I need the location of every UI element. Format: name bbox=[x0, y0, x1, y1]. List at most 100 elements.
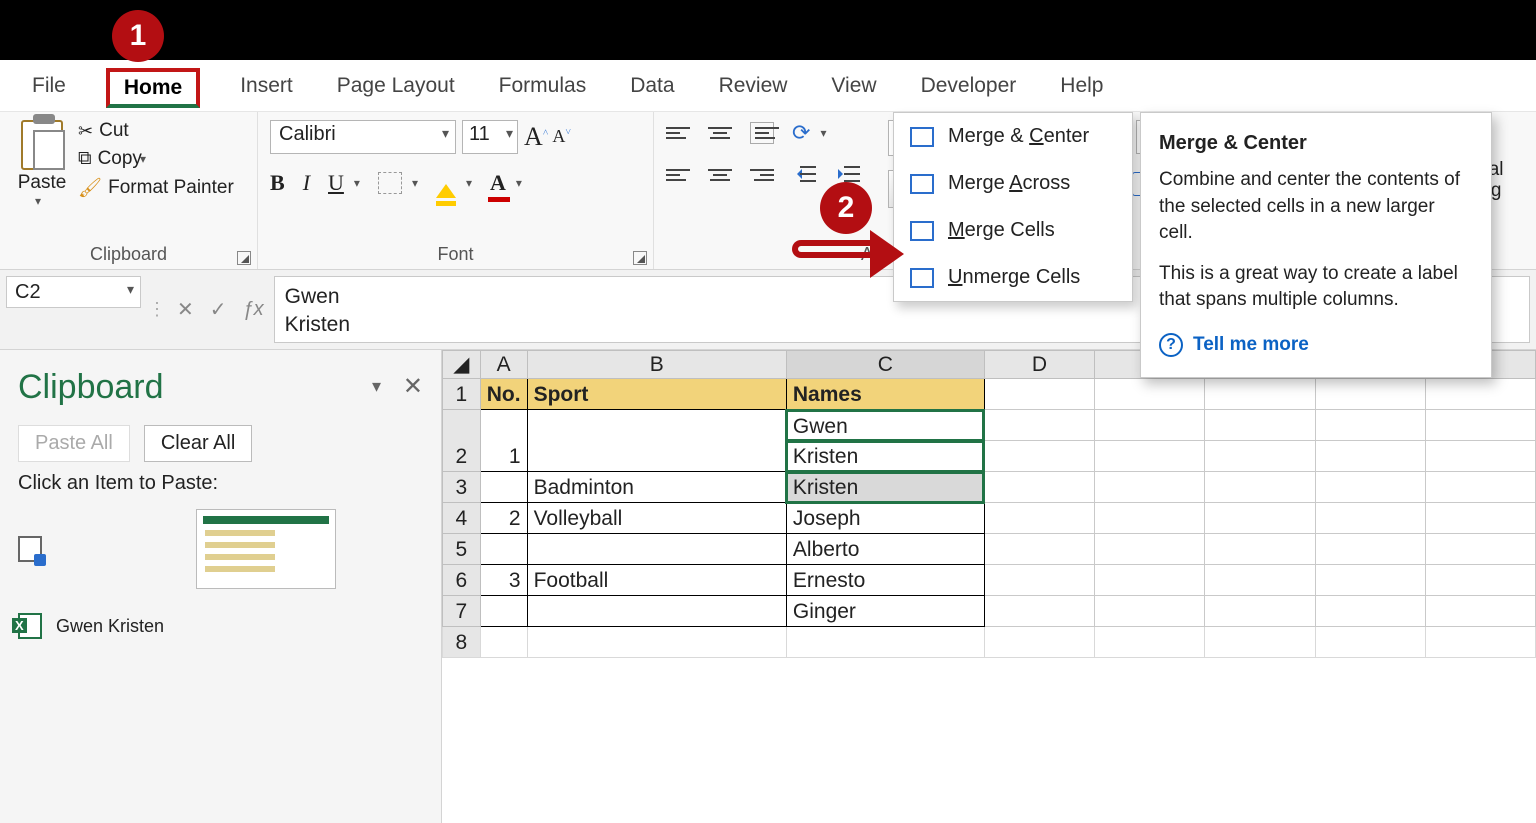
clip-thumbnail bbox=[196, 509, 336, 589]
align-left-icon[interactable] bbox=[666, 169, 690, 181]
clipboard-item-2[interactable]: Gwen Kristen bbox=[18, 613, 423, 639]
worksheet-grid[interactable]: ◢ A B C D 1 No. Sport Names 2 1 bbox=[442, 350, 1536, 823]
tab-data[interactable]: Data bbox=[626, 68, 678, 110]
paste-all-button[interactable]: Paste All bbox=[18, 425, 130, 462]
chevron-down-icon[interactable]: ▾ bbox=[35, 194, 41, 208]
merge-cells-option[interactable]: Merge Cells bbox=[894, 207, 1132, 254]
tab-home[interactable]: Home bbox=[106, 68, 200, 108]
chevron-down-icon[interactable]: ▾ bbox=[516, 176, 522, 190]
font-size-select[interactable]: 11 bbox=[462, 120, 518, 154]
column-header-B[interactable]: B bbox=[527, 351, 786, 379]
align-top-icon[interactable] bbox=[666, 127, 690, 139]
formula-bar-grip[interactable]: ⋮ bbox=[147, 270, 167, 349]
decrease-font-icon[interactable]: A˅ bbox=[552, 126, 571, 156]
cell-B7[interactable] bbox=[527, 596, 786, 627]
chevron-down-icon[interactable]: ▾ bbox=[820, 126, 826, 140]
font-color-button[interactable]: A bbox=[490, 170, 506, 196]
dialog-launcher-icon[interactable] bbox=[633, 251, 647, 265]
merge-center-option[interactable]: Merge & Center bbox=[894, 113, 1132, 160]
copy-button[interactable]: ⧉Copy▾ bbox=[78, 148, 234, 170]
column-header-C[interactable]: C bbox=[786, 351, 984, 379]
merge-across-option[interactable]: Merge Across bbox=[894, 160, 1132, 207]
cell-B1[interactable]: Sport bbox=[527, 379, 786, 410]
column-header-A[interactable]: A bbox=[480, 351, 527, 379]
copy-icon: ⧉ bbox=[78, 148, 92, 170]
merge-across-icon bbox=[910, 174, 934, 194]
align-bottom-icon[interactable] bbox=[750, 122, 774, 144]
chevron-down-icon[interactable]: ▾ bbox=[140, 152, 146, 166]
align-middle-icon[interactable] bbox=[708, 127, 732, 139]
chevron-down-icon[interactable]: ▾ bbox=[354, 176, 360, 190]
row-header-5[interactable]: 5 bbox=[443, 534, 481, 565]
cell-B5[interactable] bbox=[527, 534, 786, 565]
tab-page-layout[interactable]: Page Layout bbox=[333, 68, 459, 110]
row-header-4[interactable]: 4 bbox=[443, 503, 481, 534]
bold-button[interactable]: B bbox=[270, 170, 285, 196]
cell-C6[interactable]: Ernesto bbox=[786, 565, 984, 596]
enter-formula-icon[interactable]: ✓ bbox=[210, 297, 227, 322]
cell-A5[interactable] bbox=[480, 534, 527, 565]
paste-button[interactable]: Paste ▾ bbox=[12, 120, 72, 208]
cell-C4[interactable]: Joseph bbox=[786, 503, 984, 534]
tab-insert[interactable]: Insert bbox=[236, 68, 297, 110]
chevron-down-icon[interactable]: ▾ bbox=[412, 176, 418, 190]
unmerge-cells-option-label: Unmerge Cells bbox=[948, 266, 1080, 289]
cell-B2[interactable] bbox=[527, 410, 786, 472]
tab-help[interactable]: Help bbox=[1056, 68, 1107, 110]
clear-all-button[interactable]: Clear All bbox=[144, 425, 252, 462]
increase-font-icon[interactable]: A˄ bbox=[524, 122, 548, 152]
select-all-corner[interactable]: ◢ bbox=[443, 351, 481, 379]
cell-A6[interactable]: 3 bbox=[480, 565, 527, 596]
unmerge-cells-option[interactable]: Unmerge Cells bbox=[894, 254, 1132, 301]
orientation-icon[interactable]: ⟳ bbox=[792, 120, 810, 146]
row-header-6[interactable]: 6 bbox=[443, 565, 481, 596]
row-header-8[interactable]: 8 bbox=[443, 627, 481, 658]
cell-A2[interactable]: 1 bbox=[480, 410, 527, 472]
cell-A1[interactable]: No. bbox=[480, 379, 527, 410]
cell-A7[interactable] bbox=[480, 596, 527, 627]
cell-C2-top[interactable]: Gwen bbox=[786, 410, 984, 441]
italic-button[interactable]: I bbox=[303, 170, 310, 196]
annotation-2: 2 bbox=[820, 182, 872, 234]
pane-close-icon[interactable]: ✕ bbox=[403, 372, 423, 401]
pane-options-icon[interactable]: ▾ bbox=[372, 376, 381, 397]
underline-button[interactable]: U bbox=[328, 170, 344, 196]
tooltip-title: Merge & Center bbox=[1159, 129, 1473, 157]
dialog-launcher-icon[interactable] bbox=[237, 251, 251, 265]
name-box[interactable]: C2 bbox=[6, 276, 141, 308]
align-right-icon[interactable] bbox=[750, 169, 774, 181]
row-header-7[interactable]: 7 bbox=[443, 596, 481, 627]
clipboard-item-1[interactable] bbox=[18, 509, 423, 589]
tell-me-more-link[interactable]: ? Tell me more bbox=[1159, 332, 1473, 359]
font-name-select[interactable]: Calibri bbox=[270, 120, 456, 154]
decrease-indent-icon[interactable] bbox=[792, 164, 818, 186]
fx-icon[interactable]: ƒx bbox=[243, 298, 264, 321]
row-header-1[interactable]: 1 bbox=[443, 379, 481, 410]
cell-B6[interactable]: Football bbox=[527, 565, 786, 596]
cut-button[interactable]: ✂Cut bbox=[78, 120, 234, 142]
cell-A4[interactable]: 2 bbox=[480, 503, 527, 534]
row-header-2[interactable]: 2 bbox=[443, 410, 481, 472]
borders-button[interactable] bbox=[378, 172, 402, 194]
cell-C2-bottom[interactable]: Kristen bbox=[786, 441, 984, 472]
cell-C7[interactable]: Ginger bbox=[786, 596, 984, 627]
tab-review[interactable]: Review bbox=[715, 68, 792, 110]
cell-C3[interactable]: Kristen bbox=[786, 472, 984, 503]
cell-A3[interactable] bbox=[480, 472, 527, 503]
cell-B3[interactable]: Badminton bbox=[527, 472, 786, 503]
tab-formulas[interactable]: Formulas bbox=[495, 68, 591, 110]
cell-B4[interactable]: Volleyball bbox=[527, 503, 786, 534]
chevron-down-icon[interactable]: ▾ bbox=[466, 176, 472, 190]
tab-view[interactable]: View bbox=[827, 68, 880, 110]
tab-developer[interactable]: Developer bbox=[917, 68, 1021, 110]
format-painter-button[interactable]: 🖌Format Painter bbox=[78, 176, 234, 200]
cell-C5[interactable]: Alberto bbox=[786, 534, 984, 565]
cell-D1[interactable] bbox=[984, 379, 1094, 410]
column-header-D[interactable]: D bbox=[984, 351, 1094, 379]
fill-color-button[interactable] bbox=[436, 174, 456, 198]
row-header-3[interactable]: 3 bbox=[443, 472, 481, 503]
cell-C1[interactable]: Names bbox=[786, 379, 984, 410]
cancel-formula-icon[interactable]: ✕ bbox=[177, 297, 194, 322]
align-center-icon[interactable] bbox=[708, 169, 732, 181]
tab-file[interactable]: File bbox=[28, 68, 70, 110]
